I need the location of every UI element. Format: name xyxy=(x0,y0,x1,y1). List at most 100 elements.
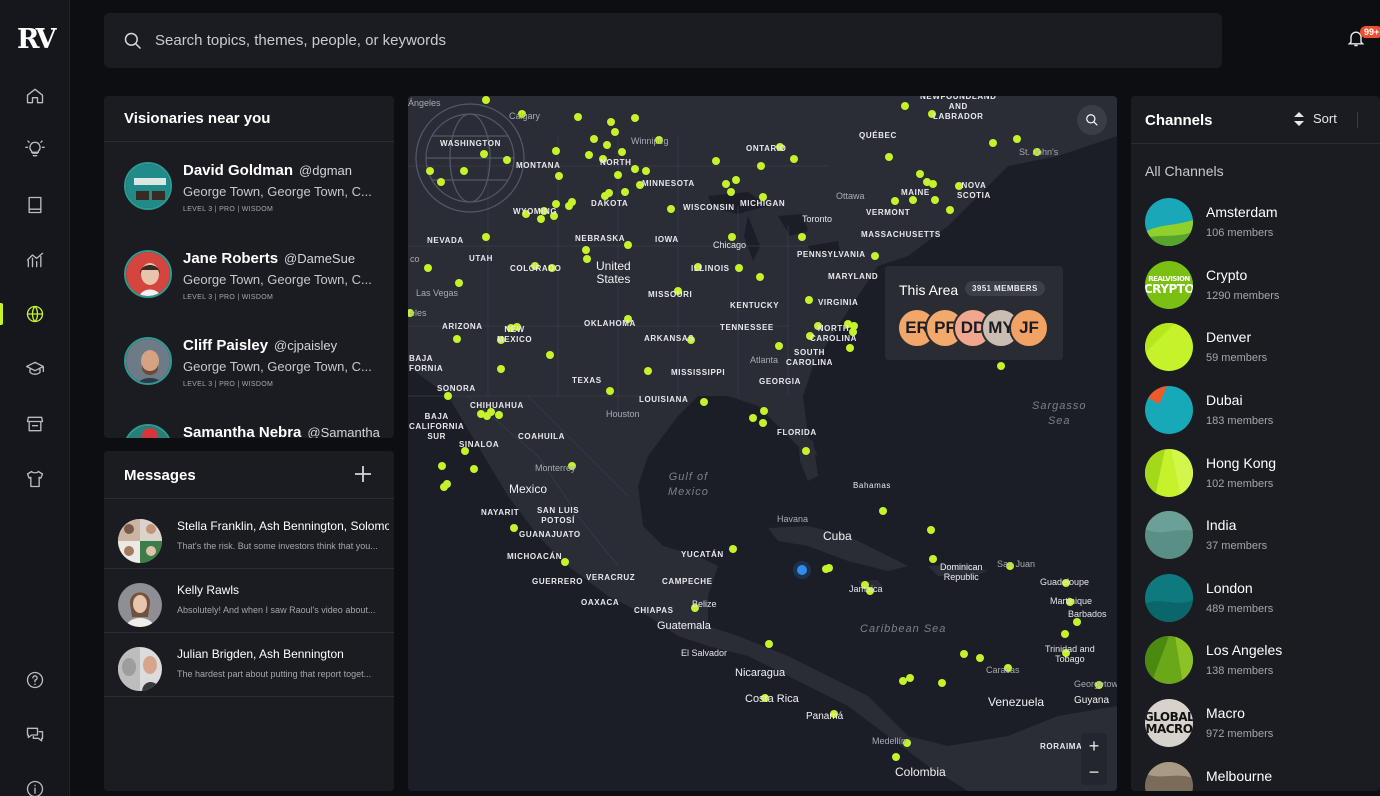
map-label: BAJA FORNIA xyxy=(409,354,444,373)
channel-members: 106 members xyxy=(1206,227,1274,239)
visionary-handle: @Samantha xyxy=(307,425,380,438)
map-city: San Juan xyxy=(997,559,1036,569)
all-channels-heading: All Channels xyxy=(1145,163,1224,179)
visionary-item[interactable]: Samantha Nebra @Samantha xyxy=(124,424,394,438)
channel-name: Amsterdam xyxy=(1206,204,1278,220)
visionary-name-text: Samantha Nebra xyxy=(183,424,302,438)
sort-icon xyxy=(1294,111,1304,126)
macro-logo: GLOBAL MACRO xyxy=(1145,710,1193,736)
channel-item[interactable]: Hong Kong 102 members xyxy=(1145,449,1380,499)
message-thread[interactable]: Julian Brigden, Ash Bennington The harde… xyxy=(104,633,394,697)
channel-thumbnail xyxy=(1145,762,1193,791)
nav-info[interactable] xyxy=(0,769,70,796)
visionary-handle: @dgman xyxy=(299,163,352,178)
notifications-button[interactable]: 99+ xyxy=(1346,26,1380,52)
channel-thumbnail xyxy=(1145,449,1193,497)
nav-library[interactable] xyxy=(0,185,70,225)
channel-name: London xyxy=(1206,580,1253,596)
map-label: GEORGIA xyxy=(759,377,801,386)
map-city: Georgetown xyxy=(1074,679,1117,689)
nav-chat[interactable] xyxy=(0,715,70,755)
map-city: Houston xyxy=(606,409,640,419)
avatar xyxy=(124,424,172,438)
nav-charts[interactable] xyxy=(0,240,70,280)
map-label: NEBRASKA xyxy=(575,234,626,243)
nav-explore[interactable] xyxy=(0,294,70,334)
nav-help[interactable] xyxy=(0,660,70,700)
map-city: Ángeles xyxy=(408,98,441,108)
nav-merch[interactable] xyxy=(0,459,70,499)
visionary-item[interactable]: David Goldman @dgman George Town, George … xyxy=(124,162,394,232)
rv-logo[interactable]: RV xyxy=(17,24,56,55)
map-city: Martinique xyxy=(1050,596,1093,606)
map-label: MICHOACÁN xyxy=(507,552,563,561)
nav-ideas[interactable] xyxy=(0,129,70,169)
channel-thumbnail xyxy=(1145,198,1193,246)
channel-thumbnail xyxy=(1145,511,1193,559)
map-country: Venezuela xyxy=(988,695,1045,709)
channel-item[interactable]: Denver 59 members xyxy=(1145,323,1380,373)
visionary-name-text: Jane Roberts xyxy=(183,250,279,267)
map-country: Nicaragua xyxy=(735,667,786,679)
map-search-button[interactable] xyxy=(1077,105,1107,135)
map-label: WASHINGTON xyxy=(440,139,501,148)
channel-item[interactable]: REALVISION CRYPTO Crypto 1290 members xyxy=(1145,261,1380,311)
message-thread[interactable]: Stella Franklin, Ash Bennington, Solomon… xyxy=(104,505,394,569)
member-chip[interactable]: JF xyxy=(1009,308,1049,348)
map-city: Monterrey xyxy=(535,463,576,473)
map-label: MINNESOTA xyxy=(642,179,695,188)
visionary-name: Cliff Paisley @cjpaisley xyxy=(183,337,337,354)
map-city: Winnipeg xyxy=(631,136,669,146)
map-city: Caracas xyxy=(986,665,1020,675)
map-label: PENNSYLVANIA xyxy=(797,250,866,259)
channel-item[interactable]: GLOBAL MACRO Macro 972 members xyxy=(1145,699,1380,749)
map-city: Ottawa xyxy=(836,191,865,201)
store-icon xyxy=(26,416,44,432)
graduation-cap-icon xyxy=(26,361,44,375)
message-thread[interactable]: Kelly Rawls Absolutely! And when I saw R… xyxy=(104,569,394,633)
channel-item[interactable]: Los Angeles 138 members xyxy=(1145,636,1380,686)
map-label: SINALOA xyxy=(459,440,500,449)
map-label: NEW MEXICO xyxy=(497,325,533,344)
channel-item[interactable]: London 489 members xyxy=(1145,574,1380,624)
sort-button[interactable]: Sort xyxy=(1293,111,1337,126)
visionary-item[interactable]: Cliff Paisley @cjpaisley George Town, Geo… xyxy=(124,337,394,407)
map-label: CAMPECHE xyxy=(662,577,713,586)
map-label: BAJA CALIFORNIA SUR xyxy=(409,412,465,441)
channels-title: Channels xyxy=(1145,112,1213,129)
map-city: Barbados xyxy=(1068,609,1107,619)
area-card[interactable]: This Area 3951 MEMBERS ER PF DD MY JF xyxy=(885,266,1063,360)
channel-name: Macro xyxy=(1206,705,1245,721)
group-avatar xyxy=(118,519,162,563)
zoom-out-button[interactable]: − xyxy=(1081,759,1107,785)
divider xyxy=(1357,112,1358,128)
nav-store[interactable] xyxy=(0,404,70,444)
zoom-in-button[interactable]: + xyxy=(1081,733,1107,759)
channel-name: Hong Kong xyxy=(1206,455,1277,471)
nav-home[interactable] xyxy=(0,76,70,116)
world-map[interactable]: WASHINGTON MONTANA NORTH DAKOTA MINNESOT… xyxy=(408,96,1117,791)
visionary-location: George Town, George Town, C... xyxy=(183,359,372,374)
search-icon xyxy=(1086,114,1098,126)
map-label: QUÉBEC xyxy=(859,131,897,140)
channel-item[interactable]: Amsterdam 106 members xyxy=(1145,198,1380,248)
visionary-name: David Goldman @dgman xyxy=(183,162,352,179)
map-city: eles xyxy=(410,308,427,318)
channel-item[interactable]: India 37 members xyxy=(1145,511,1380,561)
map-country: Colombia xyxy=(895,765,946,779)
channel-thumbnail xyxy=(1145,574,1193,622)
map-sea: Caribbean Sea xyxy=(860,623,947,635)
question-icon xyxy=(26,671,44,689)
channel-item[interactable]: Melbourne xyxy=(1145,762,1380,791)
map-label: KENTUCKY xyxy=(730,301,780,310)
channel-item[interactable]: Dubai 183 members xyxy=(1145,386,1380,436)
tshirt-icon xyxy=(26,470,44,488)
channel-members: 102 members xyxy=(1206,478,1274,490)
search-input[interactable] xyxy=(155,32,1055,49)
home-icon xyxy=(26,88,44,104)
new-message-button[interactable] xyxy=(352,463,374,485)
visionary-item[interactable]: Jane Roberts @DameSue George Town, George… xyxy=(124,250,394,320)
nav-academy[interactable] xyxy=(0,349,70,389)
map-label: ONTARIO xyxy=(746,144,787,153)
thread-preview: The hardest part about putting that repo… xyxy=(177,669,372,679)
